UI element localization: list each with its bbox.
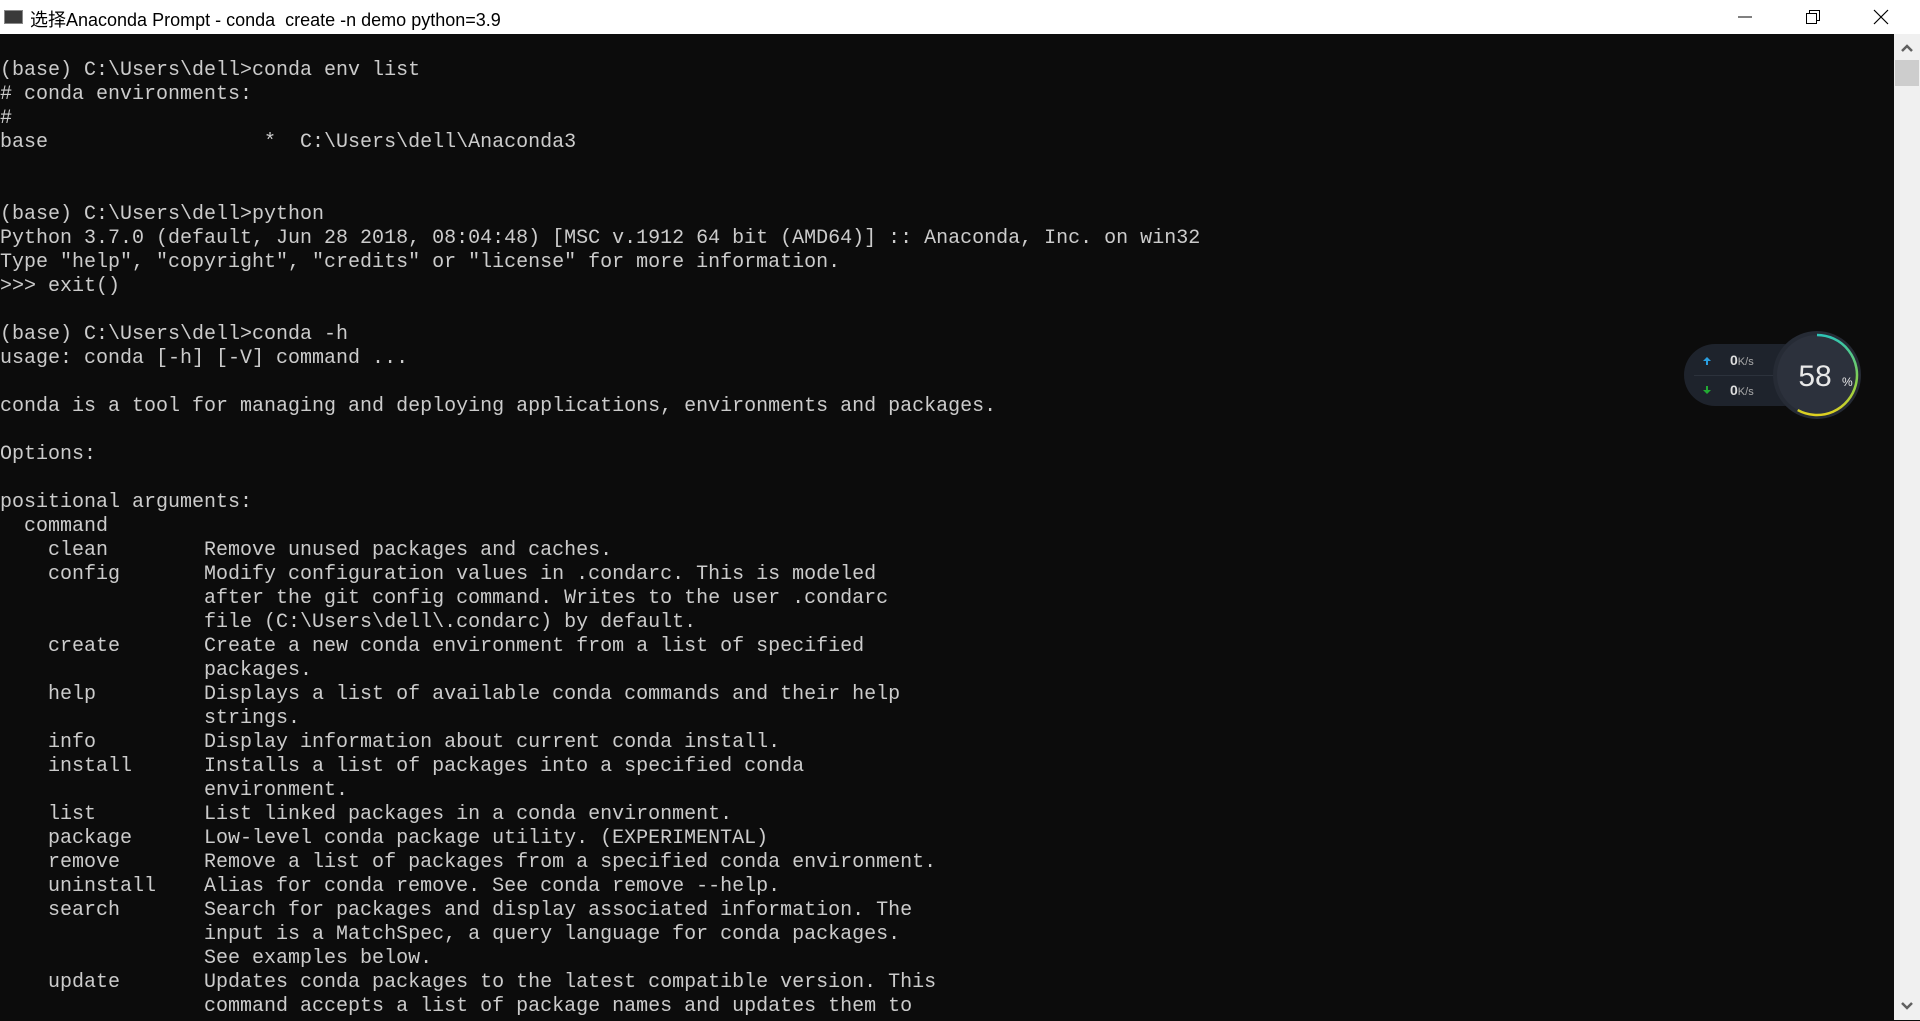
scrollbar-thumb[interactable] <box>1895 60 1919 86</box>
terminal-line: (base) C:\Users\dell>conda env list <box>0 59 421 82</box>
terminal-output[interactable]: (base) C:\Users\dell>conda env list # con… <box>0 34 1894 1020</box>
terminal-line: file (C:\Users\dell\.condarc) by default… <box>0 611 697 634</box>
terminal-line: create Create a new conda environment fr… <box>0 635 865 658</box>
terminal-line: command <box>0 515 109 538</box>
terminal-line: install Installs a list of packages into… <box>0 755 805 778</box>
download-value: 0 <box>1730 382 1738 398</box>
terminal-app-icon <box>4 10 23 24</box>
vertical-scrollbar[interactable] <box>1894 34 1920 1020</box>
terminal-line: packages. <box>0 659 313 682</box>
scroll-down-button[interactable] <box>1894 996 1920 1016</box>
percent-value: 58 <box>1798 360 1831 393</box>
terminal-line: search Search for packages and display a… <box>0 899 913 922</box>
upload-value: 0 <box>1730 352 1738 368</box>
terminal-line: environment. <box>0 779 349 802</box>
terminal-line: command accepts a list of package names … <box>0 995 913 1018</box>
terminal-line: input is a MatchSpec, a query language f… <box>0 923 901 946</box>
terminal-line: usage: conda [-h] [-V] command ... <box>0 347 409 370</box>
terminal-lines: (base) C:\Users\dell>conda env list # con… <box>0 59 1200 1019</box>
terminal-line: config Modify configuration values in .c… <box>0 563 877 586</box>
terminal-line: # <box>0 107 13 130</box>
terminal-line: (base) C:\Users\dell>python <box>0 203 325 226</box>
upload-arrow-icon <box>1703 357 1711 365</box>
terminal-line: Python 3.7.0 (default, Jun 28 2018, 08:0… <box>0 227 1201 250</box>
terminal-line: See examples below. <box>0 947 433 970</box>
download-arrow-icon <box>1703 386 1711 394</box>
upload-rate: 0K/s <box>1730 352 1754 368</box>
terminal-line: base * C:\Users\dell\Anaconda3 <box>0 131 577 154</box>
terminal-line: remove Remove a list of packages from a … <box>0 851 937 874</box>
terminal-line: # conda environments: <box>0 83 253 106</box>
terminal-line: help Displays a list of available conda … <box>0 683 901 706</box>
download-rate: 0K/s <box>1730 382 1754 398</box>
terminal-line: Options: <box>0 443 97 466</box>
upload-unit: K/s <box>1737 356 1754 368</box>
percent-sign: % <box>1842 375 1853 389</box>
terminal-line: conda is a tool for managing and deployi… <box>0 395 997 418</box>
restore-button[interactable] <box>1784 0 1842 34</box>
scroll-up-button[interactable] <box>1894 38 1920 58</box>
close-icon <box>1873 9 1889 25</box>
chevron-up-icon <box>1901 44 1913 52</box>
terminal-line: >>> exit() <box>0 275 121 298</box>
minimize-button[interactable] <box>1716 0 1774 34</box>
terminal-line: list List linked packages in a conda env… <box>0 803 733 826</box>
terminal-line: package Low-level conda package utility.… <box>0 827 769 850</box>
terminal-line: update Updates conda packages to the lat… <box>0 971 937 994</box>
download-unit: K/s <box>1737 386 1754 398</box>
close-button[interactable] <box>1852 0 1910 34</box>
title-bar: 选择Anaconda Prompt - conda create -n demo… <box>0 0 1920 34</box>
minimize-icon <box>1738 16 1752 18</box>
terminal-line: after the git config command. Writes to … <box>0 587 889 610</box>
terminal-line: Type "help", "copyright", "credits" or "… <box>0 251 841 274</box>
restore-icon <box>1806 10 1820 24</box>
terminal-line: clean Remove unused packages and caches. <box>0 539 613 562</box>
terminal-line: uninstall Alias for conda remove. See co… <box>0 875 781 898</box>
memory-usage-gauge: 58 % <box>1773 331 1861 419</box>
terminal-line: strings. <box>0 707 301 730</box>
terminal-line: positional arguments: <box>0 491 253 514</box>
chevron-down-icon <box>1901 1002 1913 1010</box>
terminal-line: info Display information about current c… <box>0 731 781 754</box>
window-title: 选择Anaconda Prompt - conda create -n demo… <box>30 10 501 30</box>
terminal-line: (base) C:\Users\dell>conda -h <box>0 323 349 346</box>
